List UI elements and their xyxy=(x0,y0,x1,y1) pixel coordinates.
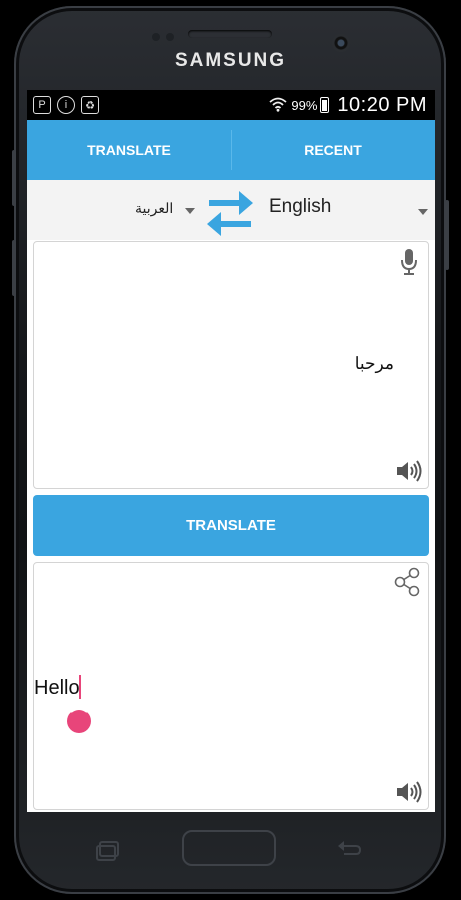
source-dropdown-icon[interactable] xyxy=(185,208,195,214)
share-icon[interactable] xyxy=(392,567,422,597)
clock: 10:20 PM xyxy=(337,93,427,116)
microphone-icon[interactable] xyxy=(400,248,418,276)
speaker-icon[interactable] xyxy=(396,460,422,482)
earpiece-speaker xyxy=(188,30,272,38)
proximity-sensor xyxy=(152,33,160,41)
tab-recent[interactable]: RECENT xyxy=(231,120,435,180)
recent-apps-icon[interactable] xyxy=(94,838,124,862)
target-language-select[interactable]: English xyxy=(269,196,331,218)
source-language-select[interactable]: العربية xyxy=(135,200,173,217)
back-icon[interactable] xyxy=(334,838,364,862)
notification-icon: P xyxy=(33,96,51,114)
home-button[interactable] xyxy=(182,830,276,866)
screen: P i ♻ 99% 10:20 PM TRANSLATE RECENT العر… xyxy=(27,90,435,812)
result-text-card[interactable]: Hello xyxy=(33,562,429,810)
recycle-icon: ♻ xyxy=(81,96,99,114)
text-cursor-handle[interactable] xyxy=(66,675,92,733)
volume-button xyxy=(12,150,16,206)
source-text[interactable]: مرحبا xyxy=(355,354,394,374)
tab-translate[interactable]: TRANSLATE xyxy=(27,120,231,180)
battery-percent: 99% xyxy=(291,97,318,113)
tab-bar: TRANSLATE RECENT xyxy=(27,120,435,180)
source-text-card[interactable]: مرحبا xyxy=(33,241,429,489)
light-sensor xyxy=(166,33,174,41)
status-bar: P i ♻ 99% 10:20 PM xyxy=(27,90,435,120)
speaker-icon[interactable] xyxy=(396,781,422,803)
target-dropdown-icon[interactable] xyxy=(418,209,428,215)
language-bar: العربية English xyxy=(27,180,435,240)
power-button xyxy=(445,200,449,270)
swap-icon[interactable] xyxy=(205,186,255,238)
wifi-icon xyxy=(269,96,287,115)
battery-icon xyxy=(320,97,330,113)
info-icon: i xyxy=(57,96,75,114)
translate-button[interactable]: TRANSLATE xyxy=(33,495,429,556)
brand-logo: SAMSUNG xyxy=(174,50,287,71)
bixby-button xyxy=(12,240,16,296)
